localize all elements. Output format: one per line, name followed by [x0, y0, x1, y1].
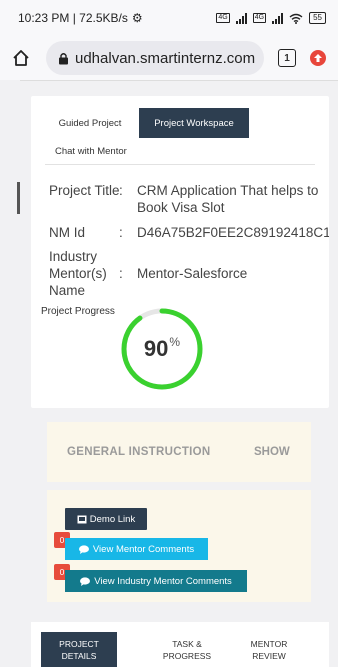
project-title-label: Project Title — [49, 183, 120, 198]
sim2-icon: 4G — [252, 13, 267, 23]
nm-id-value: D46A75B2F0EE2C89192418C170F — [137, 225, 329, 240]
page-divider — [20, 80, 338, 81]
show-instruction-button[interactable]: SHOW — [254, 446, 290, 458]
sim1-icon: 4G — [216, 13, 230, 23]
tabs-divider — [45, 164, 315, 165]
progress-number: 90 — [143, 336, 169, 361]
url-field[interactable]: udhalvan.smartinternz.com — [46, 41, 264, 75]
colon: : — [119, 225, 123, 240]
status-bar: 10:23 PM | 72.5KB/s ⚙ 4G 4G 55 — [0, 0, 338, 36]
project-title-value: CRM Application That helps to Book Visa … — [137, 183, 319, 215]
view-mentor-comments-label: View Mentor Comments — [92, 543, 195, 555]
signal2-icon — [272, 12, 284, 24]
tab-label-line2: PROGRESS — [162, 651, 212, 661]
status-icons: 4G 4G 55 — [216, 12, 326, 24]
tab-chat-with-mentor[interactable]: Chat with Mentor — [47, 138, 127, 164]
nm-id-row: NM Id : D46A75B2F0EE2C89192418C170F — [49, 224, 329, 241]
view-mentor-comments-button[interactable]: View Mentor Comments — [65, 538, 208, 560]
settings-gear-icon: ⚙ — [131, 11, 143, 25]
colon: : — [119, 183, 123, 198]
general-instruction-title: GENERAL INSTRUCTION — [67, 446, 211, 458]
battery-icon: 55 — [309, 12, 326, 24]
general-instruction-panel: GENERAL INSTRUCTION SHOW — [47, 422, 311, 482]
tab-label-line2: REVIEW — [252, 651, 286, 661]
comment-icon — [80, 576, 91, 586]
upload-extension-icon[interactable] — [310, 50, 326, 66]
tab-label-line2: DETAILS — [61, 651, 97, 661]
nm-id-label: NM Id — [49, 225, 86, 240]
tab-mentor-review[interactable]: MENTOR REVIEW — [231, 632, 307, 667]
mentor-row: Industry Mentor(s) Name : Mentor-Salesfo… — [49, 248, 329, 299]
progress-value: 90 % — [119, 306, 205, 392]
project-title-row: Project Title : CRM Application That hel… — [49, 182, 329, 216]
home-icon[interactable] — [10, 47, 32, 69]
mentor-value: Mentor-Salesforce — [137, 266, 248, 281]
colon: : — [119, 266, 123, 281]
screen-icon — [77, 515, 87, 523]
tab-project-workspace[interactable]: Project Workspace — [139, 108, 249, 138]
tab-label-line1: MENTOR — [250, 639, 288, 649]
mentor-label: Industry Mentor(s) Name — [49, 249, 107, 298]
sidebar-toggle-handle[interactable] — [17, 182, 20, 214]
tab-project-details[interactable]: PROJECT DETAILS — [41, 632, 117, 667]
demo-link-button[interactable]: Demo Link — [65, 508, 147, 530]
links-panel: Demo Link 0 View Mentor Comments 0 View … — [47, 490, 311, 602]
lock-icon — [59, 52, 68, 64]
view-industry-mentor-comments-label: View Industry Mentor Comments — [94, 575, 232, 587]
project-card: Guided Project Project Workspace Chat wi… — [31, 96, 329, 408]
view-industry-mentor-comments-button[interactable]: View Industry Mentor Comments — [65, 570, 247, 592]
demo-link-label: Demo Link — [89, 513, 136, 525]
signal1-icon — [235, 12, 247, 24]
tab-label-line1: PROJECT — [59, 639, 99, 649]
browser-address-bar: udhalvan.smartinternz.com 1 — [0, 36, 338, 80]
tab-switcher-button[interactable]: 1 — [278, 49, 296, 67]
tab-guided-project[interactable]: Guided Project — [47, 108, 133, 138]
tab-label-line1: TASK & — [172, 639, 202, 649]
status-left: 10:23 PM | 72.5KB/s ⚙ — [18, 11, 143, 25]
progress-unit: % — [169, 335, 181, 349]
tab-task-progress[interactable]: TASK & PROGRESS — [149, 632, 225, 667]
url-text: udhalvan.smartinternz.com — [75, 49, 256, 67]
project-progress-label: Project Progress — [41, 306, 115, 317]
bottom-tabs: PROJECT DETAILS TASK & PROGRESS MENTOR R… — [31, 622, 329, 667]
time-speed: 10:23 PM | 72.5KB/s — [18, 11, 128, 25]
comment-icon — [78, 544, 89, 554]
wifi-icon — [289, 13, 303, 24]
